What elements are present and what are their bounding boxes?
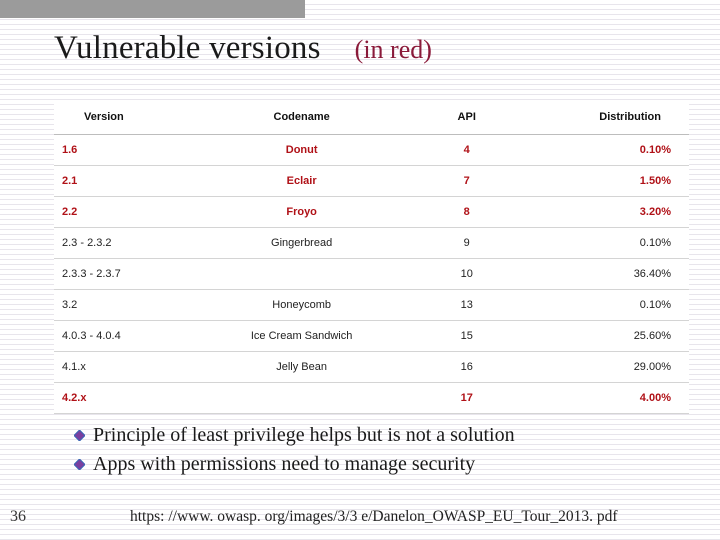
bullet-item: Apps with permissions need to manage sec…	[74, 451, 690, 478]
cell-distribution: 0.10%	[524, 135, 689, 166]
table-row: 3.2Honeycomb130.10%	[54, 290, 689, 321]
table-row: 4.0.3 - 4.0.4Ice Cream Sandwich1525.60%	[54, 321, 689, 352]
diamond-icon	[74, 430, 85, 441]
cell-api: 4	[410, 135, 524, 166]
cell-codename: Froyo	[194, 197, 410, 228]
masthead-bar	[0, 0, 305, 18]
cell-api: 13	[410, 290, 524, 321]
cell-version: 3.2	[54, 290, 194, 321]
table-header-row: Version Codename API Distribution	[54, 102, 689, 135]
cell-version: 1.6	[54, 135, 194, 166]
col-codename: Codename	[194, 102, 410, 135]
cell-api: 17	[410, 383, 524, 414]
cell-distribution: 29.00%	[524, 352, 689, 383]
col-version: Version	[54, 102, 194, 135]
cell-distribution: 3.20%	[524, 197, 689, 228]
cell-version: 4.1.x	[54, 352, 194, 383]
slide-title: Vulnerable versions (in red)	[54, 30, 700, 67]
title-note: (in red)	[355, 35, 432, 65]
cell-distribution: 36.40%	[524, 259, 689, 290]
table-row: 2.3 - 2.3.2Gingerbread90.10%	[54, 228, 689, 259]
table-row: 1.6Donut40.10%	[54, 135, 689, 166]
cell-codename: Donut	[194, 135, 410, 166]
cell-distribution: 1.50%	[524, 166, 689, 197]
cell-api: 15	[410, 321, 524, 352]
cell-codename: Jelly Bean	[194, 352, 410, 383]
cell-version: 2.3 - 2.3.2	[54, 228, 194, 259]
cell-distribution: 0.10%	[524, 228, 689, 259]
diamond-icon	[74, 459, 85, 470]
cell-version: 2.1	[54, 166, 194, 197]
slide: Vulnerable versions (in red) Version Cod…	[0, 0, 720, 540]
cell-codename: Eclair	[194, 166, 410, 197]
bullet-list: Principle of least privilege helps but i…	[74, 422, 690, 480]
cell-codename: Honeycomb	[194, 290, 410, 321]
cell-version: 4.0.3 - 4.0.4	[54, 321, 194, 352]
bullet-text: Apps with permissions need to manage sec…	[93, 451, 475, 478]
cell-api: 8	[410, 197, 524, 228]
cell-api: 9	[410, 228, 524, 259]
cell-api: 16	[410, 352, 524, 383]
cell-version: 4.2.x	[54, 383, 194, 414]
table-row: 4.2.x 174.00%	[54, 383, 689, 414]
table-row: 2.1Eclair71.50%	[54, 166, 689, 197]
table-row: 2.2Froyo83.20%	[54, 197, 689, 228]
page-number: 36	[10, 508, 26, 526]
col-distribution: Distribution	[524, 102, 689, 135]
bullet-text: Principle of least privilege helps but i…	[93, 422, 515, 449]
cell-distribution: 25.60%	[524, 321, 689, 352]
cell-api: 7	[410, 166, 524, 197]
source-url: https: //www. owasp. org/images/3/3 e/Da…	[130, 508, 618, 526]
table-row: 2.3.3 - 2.3.7 1036.40%	[54, 259, 689, 290]
cell-version: 2.3.3 - 2.3.7	[54, 259, 194, 290]
cell-distribution: 0.10%	[524, 290, 689, 321]
col-api: API	[410, 102, 524, 135]
cell-version: 2.2	[54, 197, 194, 228]
cell-api: 10	[410, 259, 524, 290]
versions-table: Version Codename API Distribution 1.6Don…	[54, 102, 689, 414]
cell-codename	[194, 383, 410, 414]
cell-codename: Ice Cream Sandwich	[194, 321, 410, 352]
table-row: 4.1.xJelly Bean1629.00%	[54, 352, 689, 383]
cell-distribution: 4.00%	[524, 383, 689, 414]
cell-codename: Gingerbread	[194, 228, 410, 259]
title-main: Vulnerable versions	[54, 30, 321, 67]
cell-codename	[194, 259, 410, 290]
bullet-item: Principle of least privilege helps but i…	[74, 422, 690, 449]
